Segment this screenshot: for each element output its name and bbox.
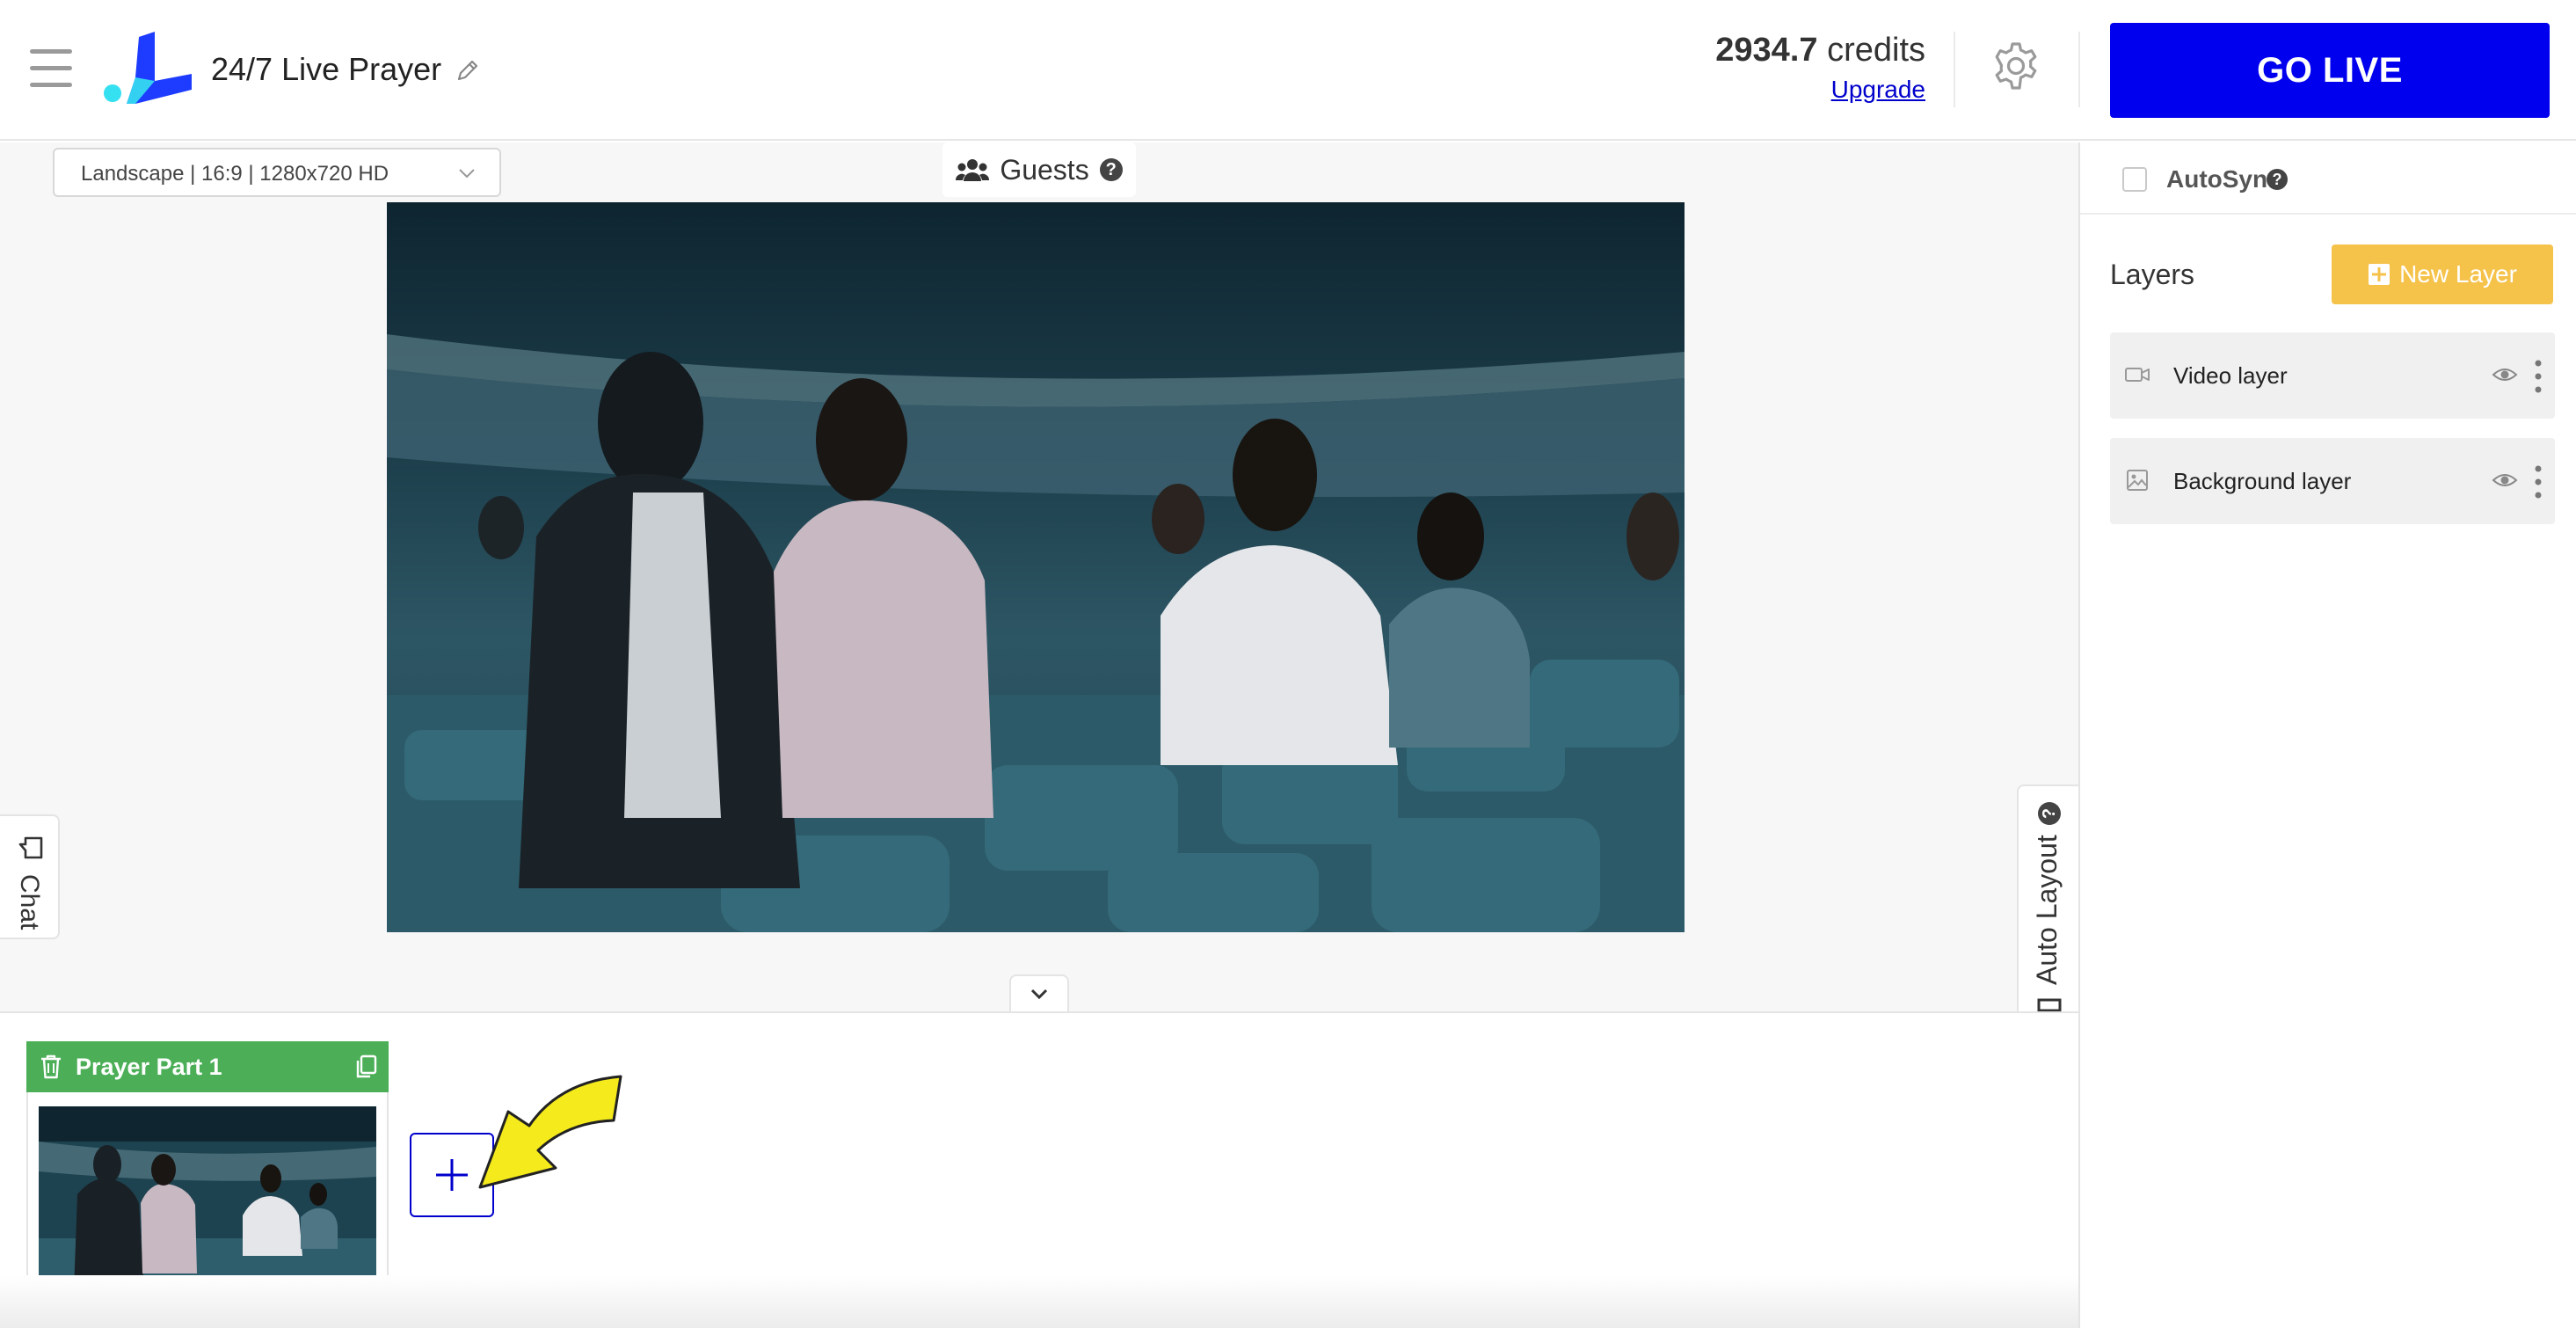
format-select-value: Landscape | 16:9 | 1280x720 HD	[81, 162, 389, 186]
chevron-down-icon	[1030, 989, 1048, 1000]
layers-title: Layers	[2110, 259, 2195, 290]
right-panel: AutoSync ? Layers New Layer Video layer	[2078, 142, 2576, 1328]
autosync-label: AutoSync	[2166, 165, 2281, 193]
scene-thumbnail[interactable]	[39, 1106, 376, 1298]
help-icon[interactable]: ?	[1099, 158, 1123, 181]
credits-display: 2934.7 credits	[1715, 32, 1925, 69]
layer-name: Background layer	[2173, 468, 2352, 494]
plus-square-icon	[2369, 264, 2390, 285]
copy-icon[interactable]	[353, 1054, 378, 1080]
eye-icon[interactable]	[2492, 364, 2518, 385]
autosync-row: AutoSync ?	[2080, 142, 2576, 215]
collapse-scenes-button[interactable]	[1009, 974, 1069, 1015]
guests-button[interactable]: Guests ?	[942, 142, 1136, 197]
go-live-button[interactable]: GO LIVE	[2110, 23, 2550, 118]
stage-video-preview[interactable]	[387, 202, 1685, 932]
upgrade-link[interactable]: Upgrade	[1831, 76, 1925, 104]
pointer-arrow-annotation	[478, 1075, 622, 1189]
layer-item-video[interactable]: Video layer	[2110, 332, 2555, 419]
scene-header: Prayer Part 1	[26, 1041, 389, 1092]
header-divider	[2078, 32, 2080, 107]
help-icon[interactable]: ?	[2267, 169, 2288, 190]
stream-title: 24/7 Live Prayer	[211, 51, 442, 87]
guests-label: Guests	[1000, 153, 1089, 186]
scene-card[interactable]: Prayer Part 1	[26, 1041, 389, 1309]
auto-layout-tab[interactable]: ? Auto Layout	[2017, 784, 2078, 1040]
layer-name: Video layer	[2173, 362, 2288, 389]
gear-icon[interactable]	[1990, 40, 2041, 91]
chat-icon	[18, 836, 43, 859]
more-vertical-icon[interactable]	[2534, 359, 2543, 394]
autosync-checkbox[interactable]	[2122, 167, 2147, 192]
credits-value: 2934.7	[1715, 32, 1818, 69]
scenes-strip-fade	[0, 1275, 2078, 1328]
chat-tab[interactable]: Chat	[0, 814, 60, 939]
format-select[interactable]: Landscape | 16:9 | 1280x720 HD	[53, 148, 501, 197]
trash-icon[interactable]	[39, 1054, 63, 1080]
new-layer-button[interactable]: New Layer	[2332, 244, 2553, 304]
header-divider	[1954, 32, 1955, 107]
edit-pencil-icon[interactable]	[454, 56, 482, 84]
app-header: 24/7 Live Prayer 2934.7 credits Upgrade …	[0, 0, 2576, 141]
video-camera-icon	[2125, 368, 2150, 382]
canvas-area: Landscape | 16:9 | 1280x720 HD Guests ?	[0, 142, 2078, 1040]
scene-name: Prayer Part 1	[76, 1054, 222, 1080]
scenes-strip: Prayer Part 1	[0, 1011, 2078, 1328]
app-logo	[104, 32, 192, 104]
eye-icon[interactable]	[2492, 470, 2518, 491]
users-icon	[956, 159, 990, 181]
menu-icon[interactable]	[30, 49, 74, 88]
new-layer-label: New Layer	[2399, 260, 2517, 288]
chevron-down-icon	[459, 169, 475, 179]
layer-item-background[interactable]: Background layer	[2110, 438, 2555, 524]
more-vertical-icon[interactable]	[2534, 464, 2543, 500]
chat-label: Chat	[15, 874, 44, 930]
help-icon[interactable]: ?	[2038, 802, 2061, 825]
credits-unit: credits	[1827, 32, 1925, 69]
auto-layout-label: Auto Layout	[2031, 835, 2063, 985]
image-icon	[2127, 470, 2148, 491]
